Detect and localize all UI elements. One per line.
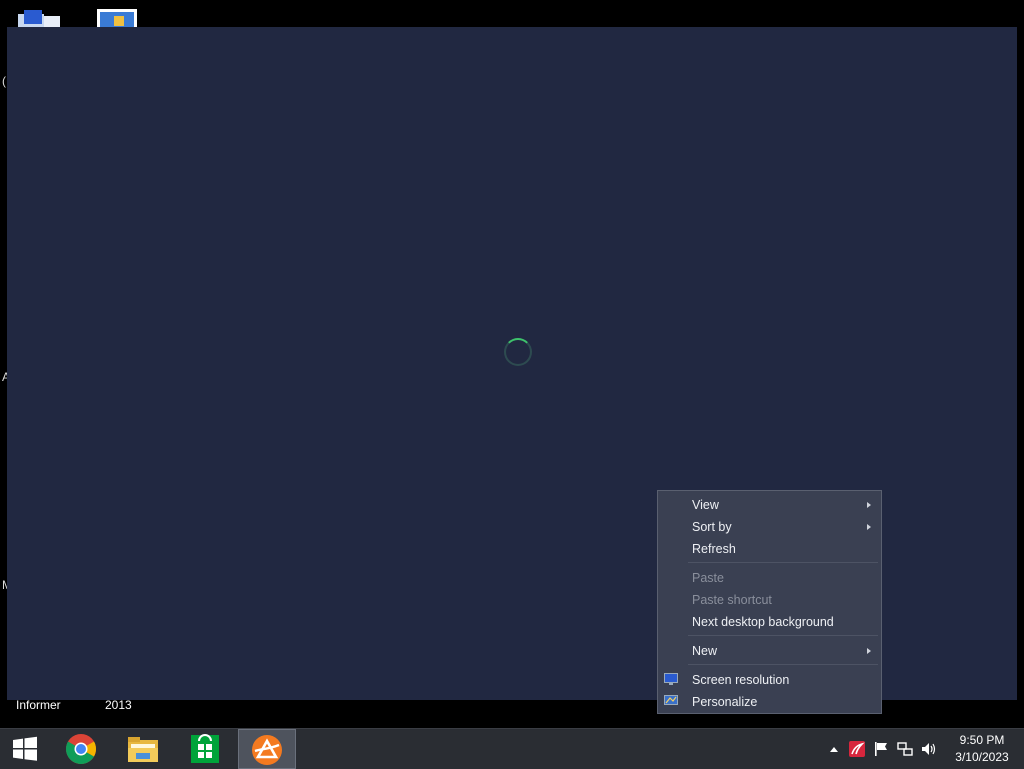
- menu-separator: [688, 562, 878, 563]
- menu-item-label: Sort by: [692, 520, 732, 534]
- taskbar-avast[interactable]: [238, 729, 296, 769]
- menu-item-next-desktop-background[interactable]: Next desktop background: [658, 611, 881, 633]
- start-icon: [13, 736, 37, 761]
- menu-item-label: Next desktop background: [692, 615, 834, 629]
- avast-icon: [252, 735, 282, 765]
- taskbar-chrome[interactable]: [52, 729, 110, 769]
- submenu-arrow-icon: [867, 648, 871, 654]
- menu-item-sort-by[interactable]: Sort by: [658, 516, 881, 538]
- menu-item-paste-shortcut[interactable]: Paste shortcut: [658, 589, 881, 611]
- menu-separator: [688, 664, 878, 665]
- file-explorer-icon: [128, 737, 158, 762]
- flag-icon[interactable]: [873, 741, 889, 757]
- clock-time: 9:50 PM: [959, 733, 1005, 747]
- taskbar-file-explorer[interactable]: [114, 729, 172, 769]
- show-hidden-icon[interactable]: [826, 741, 842, 757]
- chrome-icon: [65, 734, 97, 765]
- menu-item-label: Refresh: [692, 542, 736, 556]
- taskbar-store[interactable]: [176, 729, 234, 769]
- menu-item-label: New: [692, 644, 718, 658]
- taskbar: 9:50 PM 3/10/2023: [0, 728, 1024, 769]
- desktop-context-menu: View Sort by Refresh Paste Paste shortcu…: [657, 490, 882, 714]
- loading-spinner-icon: [504, 338, 532, 366]
- desktop-icon-label[interactable]: 2013: [105, 698, 132, 712]
- start-button[interactable]: [0, 729, 58, 769]
- antivirus-icon[interactable]: [849, 741, 865, 757]
- clock-date: 3/10/2023: [955, 750, 1009, 764]
- taskbar-clock[interactable]: 9:50 PM 3/10/2023: [948, 732, 1016, 766]
- submenu-arrow-icon: [867, 502, 871, 508]
- menu-item-screen-resolution[interactable]: Screen resolution: [658, 669, 881, 691]
- menu-item-label: Paste: [692, 571, 724, 585]
- volume-icon[interactable]: [921, 741, 937, 757]
- store-icon: [191, 734, 219, 763]
- desktop-icon-label-fragment: (: [2, 74, 6, 88]
- menu-separator: [688, 635, 878, 636]
- menu-item-personalize[interactable]: Personalize: [658, 691, 881, 713]
- menu-item-view[interactable]: View: [658, 494, 881, 516]
- menu-item-new[interactable]: New: [658, 640, 881, 662]
- menu-item-label: Paste shortcut: [692, 593, 772, 607]
- menu-item-label: Personalize: [692, 695, 758, 709]
- menu-item-refresh[interactable]: Refresh: [658, 538, 881, 560]
- submenu-arrow-icon: [867, 524, 871, 530]
- menu-item-paste[interactable]: Paste: [658, 567, 881, 589]
- desktop-icon-label[interactable]: Informer: [16, 698, 61, 712]
- network-icon[interactable]: [897, 741, 913, 757]
- monitor-icon: [664, 673, 678, 685]
- menu-item-label: View: [692, 498, 719, 512]
- menu-item-label: Screen resolution: [692, 673, 790, 687]
- personalize-icon: [664, 695, 678, 705]
